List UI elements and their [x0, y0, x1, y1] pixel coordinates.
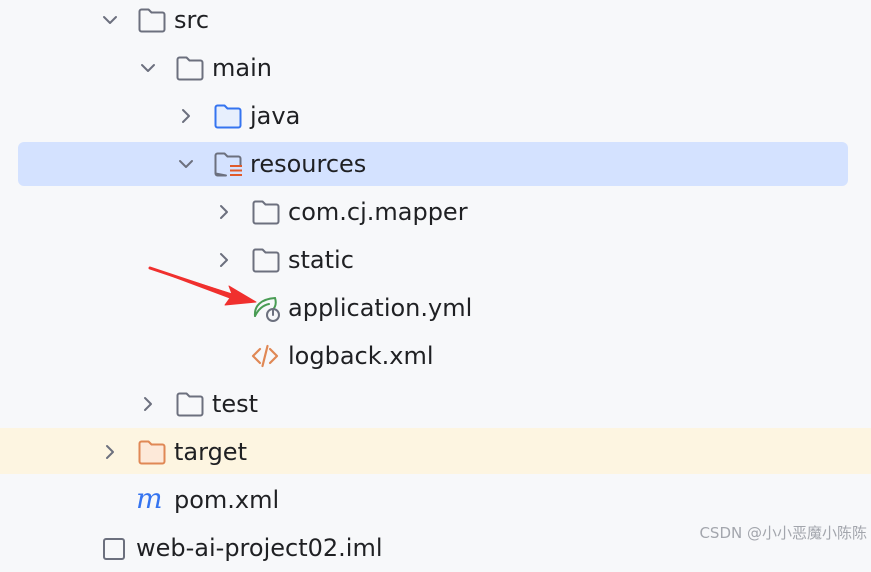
folder-icon	[252, 248, 280, 273]
chevron-down-icon[interactable]	[176, 154, 196, 174]
tree-item-logback-xml[interactable]: logback.xml	[0, 332, 871, 380]
tree-item-label: pom.xml	[174, 486, 280, 514]
tree-item-label: src	[174, 6, 210, 34]
tree-item-com-cj-mapper[interactable]: com.cj.mapper	[0, 188, 871, 236]
tree-item-test[interactable]: test	[0, 380, 871, 428]
source-folder-icon	[214, 104, 242, 129]
tree-item-label: main	[212, 54, 272, 82]
svg-text:m: m	[136, 486, 163, 514]
folder-icon	[138, 8, 166, 33]
spring-config-icon	[253, 296, 280, 322]
tree-item-java[interactable]: java	[0, 92, 871, 140]
excluded-highlight	[0, 428, 871, 474]
tree-item-label: logback.xml	[288, 342, 434, 370]
tree-item-label: com.cj.mapper	[288, 198, 468, 226]
selection-highlight	[18, 142, 848, 186]
module-file-icon	[103, 538, 125, 560]
chevron-right-icon[interactable]	[100, 442, 120, 462]
folder-icon	[176, 56, 204, 81]
chevron-right-icon[interactable]	[214, 250, 234, 270]
folder-icon	[176, 392, 204, 417]
tree-item-label: resources	[250, 150, 367, 178]
tree-item-resources[interactable]: resources	[0, 140, 871, 188]
excluded-folder-icon	[138, 440, 166, 465]
watermark: CSDN @小小恶魔小陈陈	[699, 524, 867, 542]
tree-item-label: application.yml	[288, 294, 473, 322]
resources-folder-icon	[214, 152, 242, 177]
tree-item-main[interactable]: main	[0, 44, 871, 92]
maven-icon: m	[136, 486, 163, 514]
tree-item-label: java	[250, 102, 301, 130]
project-tree: src main java resources com.cj.mapper st…	[0, 0, 871, 562]
tree-item-application-yml[interactable]: application.yml	[0, 284, 871, 332]
tree-item-label: static	[288, 246, 354, 274]
chevron-right-icon[interactable]	[176, 106, 196, 126]
tree-item-label: web-ai-project02.iml	[136, 534, 383, 562]
chevron-down-icon[interactable]	[100, 10, 120, 30]
chevron-right-icon[interactable]	[214, 202, 234, 222]
tree-item-label: test	[212, 390, 259, 418]
chevron-right-icon[interactable]	[138, 394, 158, 414]
xml-file-icon	[251, 344, 279, 368]
tree-item-target[interactable]: target	[0, 426, 871, 474]
tree-item-src[interactable]: src	[0, 0, 871, 44]
tree-item-static[interactable]: static	[0, 236, 871, 284]
chevron-down-icon[interactable]	[138, 58, 158, 78]
tree-item-label: target	[174, 438, 247, 466]
folder-icon	[252, 200, 280, 225]
tree-item-pom-xml[interactable]: m pom.xml	[0, 476, 871, 524]
